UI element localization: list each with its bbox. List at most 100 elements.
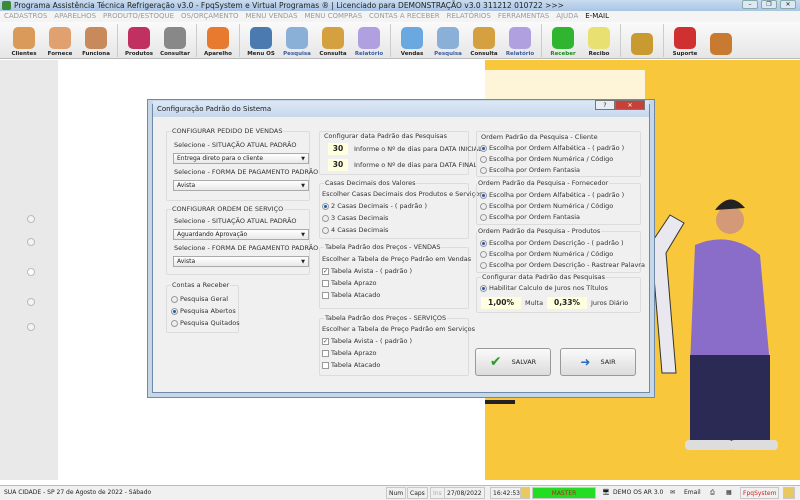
dialog-close-button[interactable]: ✕ [615, 100, 645, 110]
slide-dot[interactable] [27, 215, 35, 223]
label: Multa [525, 299, 544, 307]
radio-fornecedor-alfabetica[interactable]: Escolha por Ordem Alfabética - ( padrão … [480, 191, 624, 199]
vendas-situacao-select[interactable]: Entrega direto para o cliente [173, 153, 309, 164]
toolbar-button[interactable]: Produtos [121, 22, 157, 59]
employees-icon [85, 27, 107, 49]
radio-4-casas[interactable]: 4 Casas Decimais [322, 226, 388, 234]
slide-dot[interactable] [27, 238, 35, 246]
slide-dot-active[interactable] [27, 268, 35, 276]
slide-dot[interactable] [27, 298, 35, 306]
toolbar-button[interactable]: Vendas [394, 22, 430, 59]
toolbar-button[interactable]: Funciona [78, 22, 114, 59]
chk-vendas-avista[interactable]: ✓ Tabela Avista - ( padrão ) [322, 267, 412, 275]
printer-icon[interactable]: ⎙ [708, 487, 717, 499]
radio-label: Pesquisa Geral [180, 295, 229, 303]
radio-pesquisa-abertos[interactable]: Pesquisa Abertos [171, 307, 236, 315]
radio-produtos-rastrear[interactable]: Escolha por Ordem Descrição - Rastrear P… [480, 261, 645, 269]
checkbox-label: Tabela Avista - ( padrão ) [331, 267, 413, 275]
menu-item[interactable]: APARELHOS [54, 11, 96, 22]
menu-item[interactable]: PRODUTO/ESTOQUE [103, 11, 174, 22]
multa-input[interactable]: 1,00% [481, 297, 521, 309]
checkbox-label: Tabela Avista - ( padrão ) [331, 337, 413, 345]
chk-servicos-aprazo[interactable]: Tabela Aprazo [322, 349, 376, 357]
group-cliente: Ordem Padrão da Pesquisa - Cliente Escol… [476, 131, 641, 177]
radio-produtos-descricao[interactable]: Escolha por Ordem Descrição - ( padrão ) [480, 239, 624, 247]
radio-pesquisa-geral[interactable]: Pesquisa Geral [171, 295, 228, 303]
menu-item[interactable]: E-MAIL [585, 11, 609, 22]
minimize-button[interactable]: – [742, 0, 758, 9]
toolbar-label: Aparelho [204, 51, 232, 57]
juros-input[interactable]: 0,33% [547, 297, 587, 309]
slide-dot[interactable] [27, 323, 35, 331]
window-title: Programa Assistência Técnica Refrigeraçã… [14, 1, 564, 10]
group-juros: Configurar data Padrão das Pesquisas Hab… [476, 273, 641, 313]
salvar-button[interactable]: ✔ SALVAR [475, 348, 551, 376]
os-pagamento-select[interactable]: Avista [173, 256, 309, 267]
monitor-icon [401, 27, 423, 49]
status-email[interactable]: Email [682, 487, 703, 499]
menu-item[interactable]: MENU VENDAS [246, 11, 298, 22]
radio-label: Pesquisa Abertos [180, 307, 236, 315]
radio-icon [322, 214, 329, 222]
toolbar-button[interactable]: Consulta [315, 22, 351, 59]
radio-produtos-numerica[interactable]: Escolha por Ordem Numérica / Código [480, 250, 613, 258]
chk-servicos-atacado[interactable]: Tabela Atacado [322, 361, 380, 369]
menu-item[interactable]: CONTAS A RECEBER [369, 11, 440, 22]
menu-item[interactable]: OS/ORÇAMENTO [181, 11, 239, 22]
toolbar-button[interactable] [703, 22, 739, 59]
vendas-pagamento-select[interactable]: Avista [173, 180, 309, 191]
radio-pesquisa-quitados[interactable]: Pesquisa Quitados [171, 319, 240, 327]
toolbar-separator [541, 24, 542, 57]
toolbar-label: Consulta [470, 51, 498, 57]
toolbar-button[interactable]: Relatório [502, 22, 538, 59]
radio-icon [480, 191, 487, 199]
toolbar-button[interactable]: Pesquisa [430, 22, 466, 59]
os-situacao-select[interactable]: Aguardando Aprovação [173, 229, 309, 240]
chk-vendas-aprazo[interactable]: Tabela Aprazo [322, 279, 376, 287]
toolbar-button[interactable]: Aparelho [200, 22, 236, 59]
data-final-input[interactable]: 30 [328, 159, 348, 171]
email-icon[interactable]: ✉ [668, 487, 677, 499]
chk-vendas-atacado[interactable]: Tabela Atacado [322, 291, 380, 299]
close-button[interactable]: ✕ [780, 0, 796, 9]
radio-habilitar-juros[interactable]: Habilitar Calculo de Juros nos Títulos [480, 284, 608, 292]
toolbar-button[interactable]: Relatório [351, 22, 387, 59]
toolbar-label: Pesquisa [434, 51, 462, 57]
menu-item[interactable]: MENU COMPRAS [305, 11, 363, 22]
menu-item[interactable]: RELATÓRIOS [447, 11, 491, 22]
calculator-icon[interactable]: ▦ [724, 487, 734, 499]
toolbar-button[interactable]: Receber [545, 22, 581, 59]
radio-cliente-fantasia[interactable]: Escolha por Ordem Fantasia [480, 166, 580, 174]
printer-icon [358, 27, 380, 49]
group-vendas: CONFIGURAR PEDIDO DE VENDAS Selecione - … [166, 127, 318, 201]
toolbar-button[interactable]: Consultar [157, 22, 193, 59]
radio-fornecedor-numerica[interactable]: Escolha por Ordem Numérica / Código [480, 202, 613, 210]
radio-fornecedor-fantasia[interactable]: Escolha por Ordem Fantasia [480, 213, 580, 221]
group-title: CONFIGURAR ORDEM DE SERVIÇO [171, 205, 285, 213]
toolbar-button[interactable]: Recibo [581, 22, 617, 59]
radio-cliente-numerica[interactable]: Escolha por Ordem Numérica / Código [480, 155, 613, 163]
sair-button[interactable]: ➜ SAIR [560, 348, 636, 376]
toolbar-button[interactable]: Consulta [466, 22, 502, 59]
toolbar-button[interactable]: Pesquisa [279, 22, 315, 59]
radio-2-casas[interactable]: 2 Casas Decimais - ( padrão ) [322, 202, 427, 210]
toolbar-button[interactable]: Menu OS [243, 22, 279, 59]
maximize-button[interactable]: ❐ [761, 0, 777, 9]
data-inicial-input[interactable]: 30 [328, 143, 348, 155]
menu-item[interactable]: CADASTROS [4, 11, 47, 22]
group-tabela-vendas: Tabela Padrão dos Preços - VENDAS Escolh… [319, 243, 471, 309]
radio-icon [322, 226, 329, 234]
tools-icon [250, 27, 272, 49]
toolbar-button[interactable]: Clientes [6, 22, 42, 59]
toolbar-separator [620, 24, 621, 57]
toolbar-button[interactable]: Suporte [667, 22, 703, 59]
chk-servicos-avista[interactable]: ✓ Tabela Avista - ( padrão ) [322, 337, 412, 345]
menu-item[interactable]: AJUDA [556, 11, 578, 22]
label: Juros Diário [591, 299, 629, 307]
help-button[interactable]: ? [595, 100, 615, 110]
radio-3-casas[interactable]: 3 Casas Decimais [322, 214, 388, 222]
radio-cliente-alfabetica[interactable]: Escolha por Ordem Alfabética - ( padrão … [480, 144, 624, 152]
toolbar-button[interactable] [624, 22, 660, 59]
toolbar-button[interactable]: Fornece [42, 22, 78, 59]
menu-item[interactable]: FERRAMENTAS [498, 11, 549, 22]
